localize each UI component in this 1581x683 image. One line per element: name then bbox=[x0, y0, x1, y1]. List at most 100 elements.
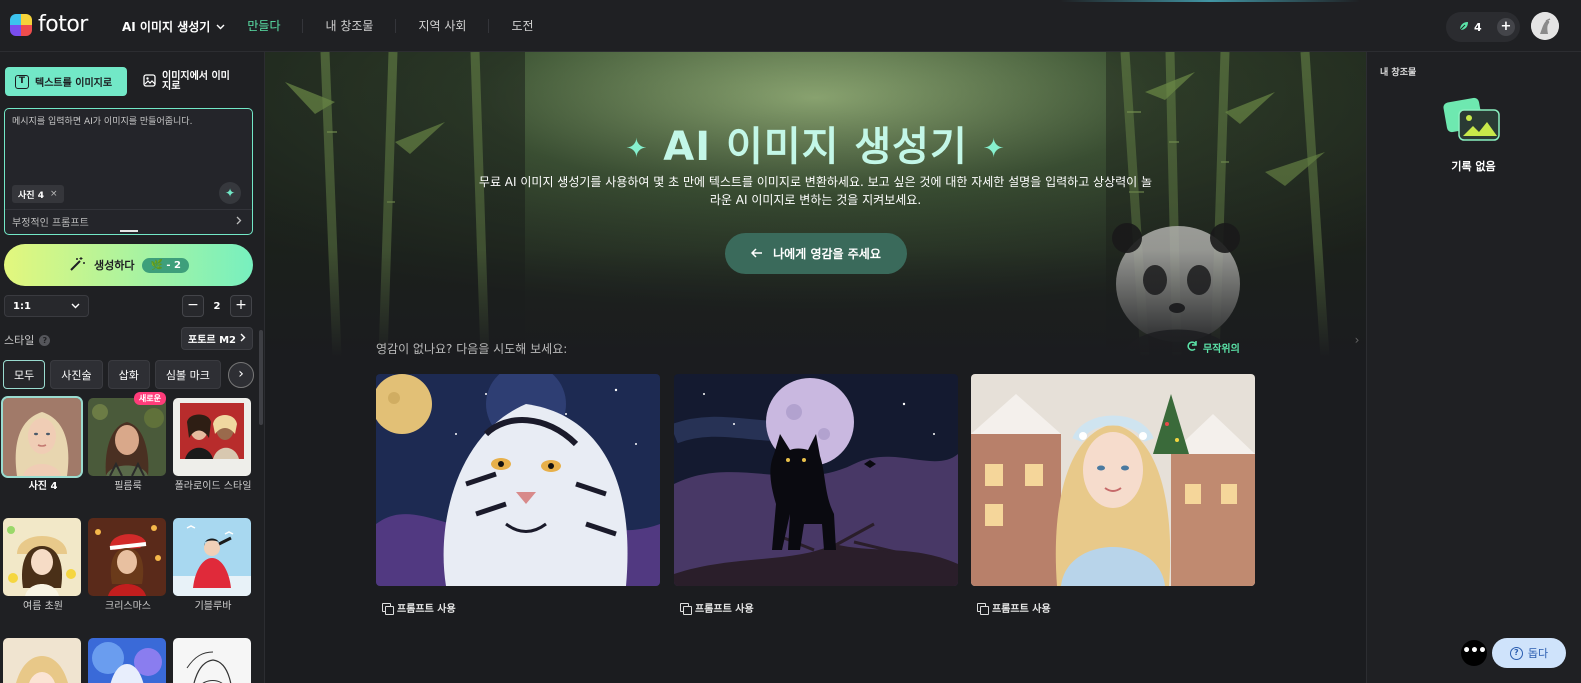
sparkle-icon: ✦ bbox=[224, 186, 236, 200]
main-content: ✦ AI 이미지 생성기 ✦ 무료 AI 이미지 생성기를 사용하여 몇 초 만… bbox=[265, 52, 1366, 683]
use-prompt-button[interactable]: 프롬프트 사용 bbox=[971, 600, 1255, 615]
main-nav: AI 이미지 생성기 만들다 내 창조물 지역 사회 도전 bbox=[122, 0, 556, 52]
sparkle-icon: ✦ bbox=[625, 134, 649, 164]
help-button[interactable]: ? 돕다 bbox=[1492, 638, 1566, 668]
idea-card-tiger[interactable]: 프롬프트 사용 bbox=[376, 374, 660, 615]
generate-button[interactable]: 생성하다 🌿 - 2 bbox=[4, 244, 253, 286]
tab-image-to-image[interactable]: 이미지에서 이미지로 bbox=[133, 67, 249, 96]
fotor-logo[interactable]: fotor bbox=[10, 14, 88, 36]
aspect-ratio-value: 1:1 bbox=[13, 300, 31, 312]
negative-prompt-label: 부정적인 프롬프트 bbox=[12, 218, 89, 229]
more-options-button[interactable]: ••• bbox=[1461, 640, 1487, 666]
inspire-me-label: 나에게 영감을 주세요 bbox=[773, 247, 881, 261]
style-card-anime[interactable] bbox=[3, 638, 83, 683]
generate-label: 생성하다 bbox=[93, 259, 135, 272]
sidebar-scrollbar[interactable] bbox=[259, 330, 263, 425]
category-all[interactable]: 모두 bbox=[3, 360, 46, 389]
style-chip[interactable]: 사진 4 × bbox=[12, 185, 64, 203]
generate-cost-badge: 🌿 - 2 bbox=[142, 257, 189, 273]
style-thumb-line-art bbox=[173, 638, 251, 683]
image-count-value: 2 bbox=[213, 300, 221, 312]
image-icon bbox=[143, 73, 156, 90]
use-prompt-button[interactable]: 프롬프트 사용 bbox=[674, 600, 958, 615]
use-prompt-button[interactable]: 프롬프트 사용 bbox=[376, 600, 660, 615]
style-name-ghibli: 기블루바 bbox=[194, 601, 232, 612]
nav-my-creations[interactable]: 내 창조물 bbox=[302, 19, 395, 33]
fotor-logo-icon bbox=[10, 14, 32, 36]
category-photography[interactable]: 사진술 bbox=[50, 360, 103, 389]
image-count-stepper: − 2 + bbox=[182, 295, 252, 317]
tab-text-to-image[interactable]: T 텍스트를 이미지로 bbox=[5, 67, 127, 96]
close-icon[interactable]: × bbox=[50, 189, 58, 199]
help-icon[interactable]: ? bbox=[39, 334, 51, 346]
style-category-chips: 모두 사진술 삽화 심볼 마크 bbox=[3, 360, 221, 389]
chevron-right-icon bbox=[236, 216, 242, 228]
style-card-polaroid[interactable]: 폴라로이드 스타일 bbox=[173, 398, 253, 493]
use-prompt-label: 프롬프트 사용 bbox=[992, 604, 1051, 615]
tab-text-to-image-label: 텍스트를 이미지로 bbox=[35, 78, 113, 89]
style-name-christmas: 크리스마스 bbox=[105, 601, 151, 612]
chevron-down-icon bbox=[71, 301, 80, 312]
model-select-button[interactable]: 포토르 M2 bbox=[181, 327, 253, 350]
style-thumb-polaroid bbox=[173, 398, 251, 476]
sparkle-icon: ✦ bbox=[982, 134, 1006, 164]
idea-card-princess[interactable]: 프롬프트 사용 bbox=[971, 374, 1255, 615]
increment-button[interactable]: + bbox=[230, 295, 252, 317]
idea-card-cat[interactable]: 프롬프트 사용 bbox=[674, 374, 958, 615]
style-thumb-photo4 bbox=[1, 396, 83, 478]
help-label: 돕다 bbox=[1527, 647, 1549, 660]
idea-image-tiger[interactable] bbox=[376, 374, 660, 586]
text-icon: T bbox=[15, 74, 29, 89]
tool-dropdown-label: AI 이미지 생성기 bbox=[122, 19, 211, 34]
inspire-me-button[interactable]: 나에게 영감을 주세요 bbox=[725, 233, 907, 274]
use-prompt-label: 프롬프트 사용 bbox=[695, 604, 754, 615]
hero-title-text: AI 이미지 생성기 bbox=[663, 124, 968, 170]
style-name-polaroid: 폴라로이드 스타일 bbox=[174, 481, 252, 492]
hero-subtitle: 무료 AI 이미지 생성기를 사용하여 몇 초 만에 텍스트를 이미지로 변환하… bbox=[478, 175, 1153, 207]
style-card-photo4[interactable]: 사진 4 bbox=[1, 396, 83, 493]
style-card-summer-meadow[interactable]: 여름 초원 bbox=[3, 518, 83, 613]
tool-dropdown[interactable]: AI 이미지 생성기 bbox=[122, 18, 225, 35]
idea-image-princess[interactable] bbox=[971, 374, 1255, 586]
style-chip-label: 사진 4 bbox=[18, 190, 44, 201]
category-symbol-mark[interactable]: 심볼 마크 bbox=[154, 360, 221, 389]
user-avatar[interactable] bbox=[1531, 12, 1559, 40]
collapse-panel-button[interactable]: › bbox=[1350, 320, 1364, 360]
prompt-input[interactable]: 메시지를 입력하면 AI가 이미지를 만들어줍니다. 사진 4 × ✦ 부정적인… bbox=[4, 108, 253, 235]
style-thumb-anime bbox=[3, 638, 81, 683]
style-card-line-art[interactable] bbox=[173, 638, 253, 683]
copy-icon bbox=[382, 602, 394, 615]
right-panel: 내 창조물 기록 없음 bbox=[1366, 52, 1581, 683]
logo-text: fotor bbox=[38, 12, 88, 37]
random-button[interactable]: 무작위의 bbox=[1186, 340, 1240, 355]
prompt-text[interactable]: 메시지를 입력하면 AI가 이미지를 만들어줍니다. bbox=[12, 116, 242, 128]
arrow-left-icon bbox=[751, 247, 763, 261]
nav-community[interactable]: 지역 사회 bbox=[395, 19, 488, 33]
chevron-right-icon: › bbox=[238, 366, 244, 382]
leaf-icon bbox=[1458, 20, 1470, 35]
style-thumb-christmas bbox=[88, 518, 166, 596]
nav-challenge[interactable]: 도전 bbox=[488, 19, 555, 33]
help-icon: ? bbox=[1509, 646, 1523, 660]
style-card-film-look[interactable]: 새로운 필름룩 bbox=[88, 392, 168, 493]
idea-image-cat[interactable] bbox=[674, 374, 958, 586]
style-label-text: 스타일 bbox=[4, 334, 35, 347]
style-card-ghibli[interactable]: 기블루바 bbox=[173, 518, 253, 613]
nav-create[interactable]: 만들다 bbox=[247, 19, 302, 33]
category-illustration[interactable]: 삽화 bbox=[107, 360, 150, 389]
decrement-button[interactable]: − bbox=[182, 295, 204, 317]
left-sidebar: T 텍스트를 이미지로 이미지에서 이미지로 메시지를 입력하면 AI가 이미지… bbox=[0, 52, 265, 683]
leaf-icon: 🌿 bbox=[150, 259, 163, 271]
empty-gallery-icon bbox=[1443, 96, 1503, 144]
app-root: fotor AI 이미지 생성기 만들다 내 창조물 지역 사회 도전 4 + bbox=[0, 0, 1581, 683]
hero-title: ✦ AI 이미지 생성기 ✦ bbox=[265, 114, 1366, 172]
new-badge: 새로운 bbox=[133, 392, 166, 405]
credits-pill[interactable]: 4 + bbox=[1446, 12, 1520, 42]
prompt-enhance-button[interactable]: ✦ bbox=[219, 182, 241, 204]
category-next-button[interactable]: › bbox=[228, 362, 254, 388]
add-credits-button[interactable]: + bbox=[1497, 18, 1515, 36]
aspect-ratio-select[interactable]: 1:1 bbox=[4, 295, 89, 317]
style-card-fantasy[interactable] bbox=[88, 638, 168, 683]
style-card-christmas[interactable]: 크리스마스 bbox=[88, 518, 168, 613]
tab-image-to-image-label: 이미지에서 이미지로 bbox=[162, 70, 230, 92]
